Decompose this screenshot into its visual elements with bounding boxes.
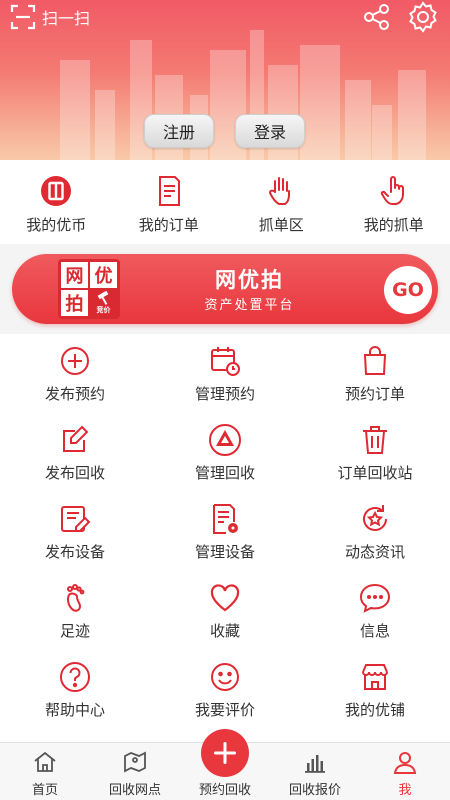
banner-title: 网优拍 (215, 268, 284, 292)
edit-list-icon (61, 506, 91, 532)
map-pin-icon (124, 751, 146, 773)
grid-item-label: 预约订单 (344, 385, 405, 403)
calendar-clock-icon (211, 347, 240, 376)
grid-item-label: 发布设备 (44, 543, 105, 561)
grid-item-label: 发布预约 (44, 385, 105, 403)
smile-icon (211, 663, 239, 691)
chat-icon (359, 583, 391, 613)
nav-book-recycle[interactable]: 预约回收 (180, 729, 270, 800)
nav-label: 回收报价 (288, 783, 341, 798)
banner-go-button[interactable]: GO (384, 266, 432, 314)
nav-recycle-points[interactable]: 回收网点 (90, 743, 180, 800)
grid-item-label: 动态资讯 (344, 543, 405, 561)
refresh-star-icon (363, 505, 387, 531)
quick-item-my-orders[interactable]: 我的订单 (113, 160, 226, 244)
heart-icon (210, 584, 240, 612)
nav-label: 预约回收 (198, 783, 251, 798)
nav-home[interactable]: 首页 (0, 743, 90, 800)
grid-item-favorites[interactable]: 收藏 (150, 577, 300, 656)
quick-item-label: 我的优币 (26, 216, 87, 234)
grid-item-label: 管理回收 (194, 464, 255, 482)
grid-item-rate[interactable]: 我要评价 (150, 656, 300, 735)
logo-char: 拍 (61, 290, 88, 316)
settings-gear-icon[interactable] (406, 0, 440, 34)
auction-hammer-icon: 竞价 (90, 290, 117, 316)
recycle-icon (209, 424, 241, 456)
quick-item-label: 抓单区 (258, 216, 304, 234)
grid-item-publish-equipment[interactable]: 发布设备 (0, 498, 150, 577)
register-button[interactable]: 注册 (144, 114, 214, 148)
grid-item-label: 发布回收 (44, 464, 105, 482)
grid-item-publish-booking[interactable]: 发布预约 (0, 340, 150, 419)
logo-bid-text: 竞价 (96, 306, 111, 314)
plus-circle-icon (61, 347, 89, 375)
pointer-hand-icon (380, 176, 404, 205)
help-icon (60, 662, 90, 692)
quick-item-my-grabs[interactable]: 我的抓单 (338, 160, 450, 244)
grid-item-label: 管理设备 (194, 543, 255, 561)
feature-grid: 发布预约 管理预约 预约订单 发布回收 管理回收 订单回收站 发布设备 管理设备… (0, 334, 450, 742)
nav-recycle-quotes[interactable]: 回收报价 (270, 743, 360, 800)
grid-item-help-center[interactable]: 帮助中心 (0, 656, 150, 735)
quick-item-label: 我的抓单 (363, 216, 424, 234)
nav-me[interactable]: 我 (360, 743, 450, 800)
book-recycle-fab[interactable] (201, 729, 249, 777)
bar-chart-icon (305, 755, 325, 773)
grid-item-label: 信息 (359, 622, 390, 640)
grid-item-label: 收藏 (209, 622, 240, 640)
grid-item-messages[interactable]: 信息 (300, 577, 450, 656)
store-icon (362, 664, 388, 690)
grid-item-label: 足迹 (59, 622, 90, 640)
banner-subtitle: 资产处置平台 (204, 298, 295, 313)
login-button[interactable]: 登录 (235, 114, 305, 148)
grid-item-news[interactable]: 动态资讯 (300, 498, 450, 577)
user-icon (393, 752, 417, 774)
order-icon (158, 176, 180, 206)
document-gear-icon (213, 504, 238, 534)
grid-item-label: 订单回收站 (337, 464, 413, 482)
grid-item-manage-recycle[interactable]: 管理回收 (150, 419, 300, 498)
nav-label: 首页 (31, 783, 58, 798)
logo-char: 优 (90, 262, 117, 288)
trash-icon (363, 426, 387, 454)
grid-item-footprint[interactable]: 足迹 (0, 577, 150, 656)
grid-item-manage-equipment[interactable]: 管理设备 (150, 498, 300, 577)
nav-label: 回收网点 (108, 783, 161, 798)
grid-item-label: 管理预约 (194, 385, 255, 403)
share-icon[interactable] (362, 2, 392, 32)
grid-item-publish-recycle[interactable]: 发布回收 (0, 419, 150, 498)
profile-header: 扫一扫 注册 登录 (0, 0, 450, 160)
edit-icon (63, 425, 89, 452)
grid-item-label: 我要评价 (194, 701, 255, 719)
shopping-bag-icon (363, 346, 387, 375)
grid-item-label: 帮助中心 (44, 701, 105, 719)
scan-button[interactable]: 扫一扫 (10, 4, 90, 30)
logo-char: 网 (61, 262, 88, 288)
scan-icon (10, 4, 36, 30)
footprint-icon (67, 584, 85, 612)
grid-item-manage-booking[interactable]: 管理预约 (150, 340, 300, 419)
grid-item-order-trash[interactable]: 订单回收站 (300, 419, 450, 498)
wangyoupai-banner[interactable]: 网 优 拍 竞价 网优拍 资产处置平台 GO (12, 254, 438, 324)
quick-access-row: 我的优币 我的订单 抓单区 我的抓单 (0, 160, 450, 244)
bottom-navigation: 首页 回收网点 预约回收 回收报价 我 (0, 729, 450, 800)
quick-item-label: 我的订单 (138, 216, 199, 234)
city-skyline-background (60, 30, 426, 160)
plus-icon (213, 741, 237, 765)
grid-item-my-store[interactable]: 我的优铺 (300, 656, 450, 735)
nav-label: 我 (398, 783, 412, 798)
hand-icon (269, 177, 291, 205)
grid-item-label: 我的优铺 (344, 701, 405, 719)
quick-item-grab-zone[interactable]: 抓单区 (225, 160, 338, 244)
wangyoupai-logo: 网 优 拍 竞价 (58, 259, 120, 319)
grid-item-booking-orders[interactable]: 预约订单 (300, 340, 450, 419)
coin-icon (41, 176, 72, 206)
home-icon (34, 751, 56, 772)
scan-label: 扫一扫 (42, 9, 91, 28)
quick-item-my-coins[interactable]: 我的优币 (0, 160, 113, 244)
